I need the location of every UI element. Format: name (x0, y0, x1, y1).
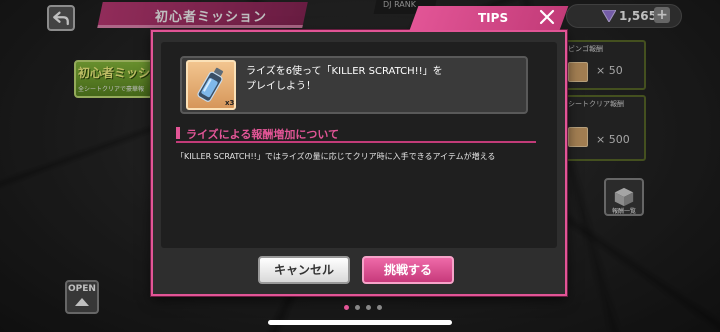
section-heading-marker (176, 127, 180, 139)
bottle-icon (197, 67, 224, 102)
challenge-button[interactable]: 挑戦する (362, 256, 454, 284)
section-body: 「KILLER SCRATCH!!」ではライズの量に応じてクリア時に入手できるア… (176, 152, 496, 161)
page-dot[interactable] (344, 305, 349, 310)
page-indicator (344, 305, 382, 310)
item-count: x3 (225, 99, 235, 107)
page-dot[interactable] (355, 305, 360, 310)
section-divider (176, 141, 536, 143)
section-heading: ライズによる報酬増加について (186, 128, 340, 141)
cancel-button[interactable]: キャンセル (258, 256, 350, 284)
page-dot[interactable] (377, 305, 382, 310)
mission-description: ライズを6使って「KILLER SCRATCH!!」を プレイしよう！ (246, 64, 516, 94)
page-dot[interactable] (366, 305, 371, 310)
close-icon (539, 9, 555, 25)
close-button[interactable] (536, 6, 558, 28)
home-indicator[interactable] (268, 320, 452, 325)
mission-text-line-1: ライズを6使って「KILLER SCRATCH!!」を (246, 66, 443, 77)
mission-text-line-2: プレイしよう！ (246, 81, 316, 92)
tips-title: TIPS (478, 11, 509, 25)
